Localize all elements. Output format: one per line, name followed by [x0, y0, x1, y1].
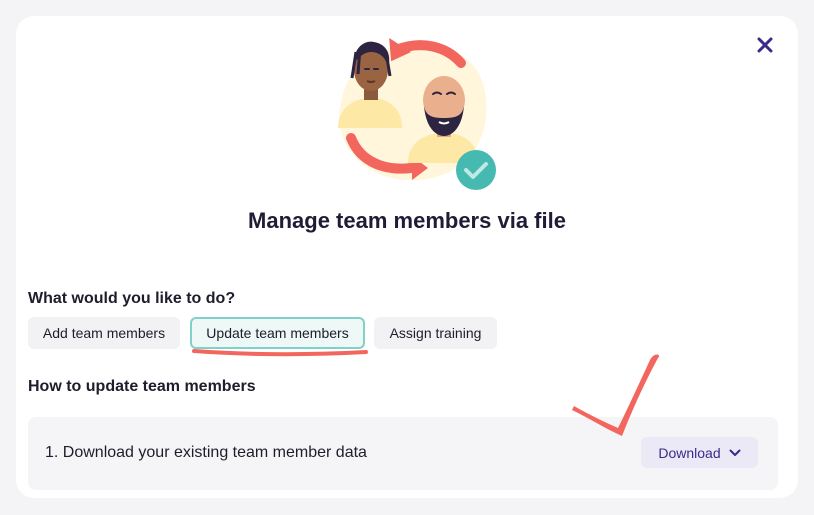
dialog-title: Manage team members via file: [248, 208, 566, 233]
red-checkmark-annotation: [572, 354, 660, 436]
manage-team-members-dialog: Manage team members via file What would …: [16, 16, 798, 498]
option-update-team-members[interactable]: Update team members: [190, 317, 365, 349]
step-text: 1. Download your existing team member da…: [45, 444, 367, 461]
red-underline-annotation: [192, 349, 368, 357]
option-assign-training[interactable]: Assign training: [374, 317, 497, 349]
chevron-down-icon: [729, 449, 741, 456]
download-button-label: Download: [658, 444, 721, 461]
step-card: 1. Download your existing team member da…: [28, 417, 778, 490]
option-add-team-members[interactable]: Add team members: [28, 317, 180, 349]
team-members-illustration: [338, 37, 496, 190]
section-title: How to update team members: [28, 378, 256, 395]
close-x-icon: [757, 37, 773, 53]
download-button[interactable]: Download: [641, 437, 758, 468]
close-button[interactable]: [754, 34, 776, 56]
check-circle-icon: [456, 150, 496, 190]
question-label: What would you like to do?: [28, 290, 236, 307]
